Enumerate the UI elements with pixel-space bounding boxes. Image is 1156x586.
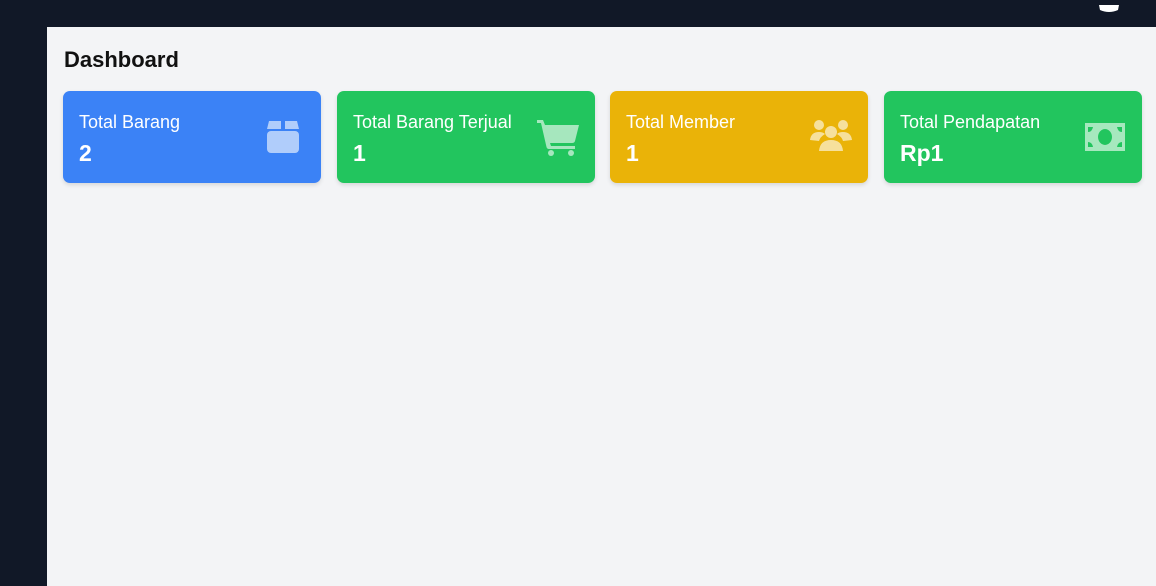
stat-card-value: Rp1 <box>900 140 944 166</box>
stat-card-total-barang: Total Barang 2 <box>63 91 321 183</box>
stat-card-total-member: Total Member 1 <box>610 91 868 183</box>
stat-card-value: 1 <box>626 140 639 166</box>
user-icon[interactable] <box>1098 0 1120 12</box>
stat-card-value: 2 <box>79 140 92 166</box>
sidebar <box>0 27 47 586</box>
stats-cards: Total Barang 2 Total Barang Terjual 1 To… <box>63 91 1142 183</box>
users-icon <box>808 117 854 157</box>
stat-card-total-pendapatan: Total Pendapatan Rp1 <box>884 91 1142 183</box>
top-navbar <box>0 0 1156 27</box>
page-title: Dashboard <box>64 47 179 72</box>
stat-card-label: Total Barang Terjual <box>353 112 512 132</box>
money-bill-icon <box>1082 117 1128 157</box>
box-icon <box>261 117 307 157</box>
stat-card-label: Total Barang <box>79 112 181 132</box>
stat-card-value: 1 <box>353 140 366 166</box>
stat-card-label: Total Pendapatan <box>900 112 1041 132</box>
main-content: Dashboard Total Barang 2 Total Barang Te… <box>47 27 1156 586</box>
shopping-cart-icon <box>535 117 581 157</box>
stat-card-label: Total Member <box>626 112 736 132</box>
stat-card-total-barang-terjual: Total Barang Terjual 1 <box>337 91 595 183</box>
